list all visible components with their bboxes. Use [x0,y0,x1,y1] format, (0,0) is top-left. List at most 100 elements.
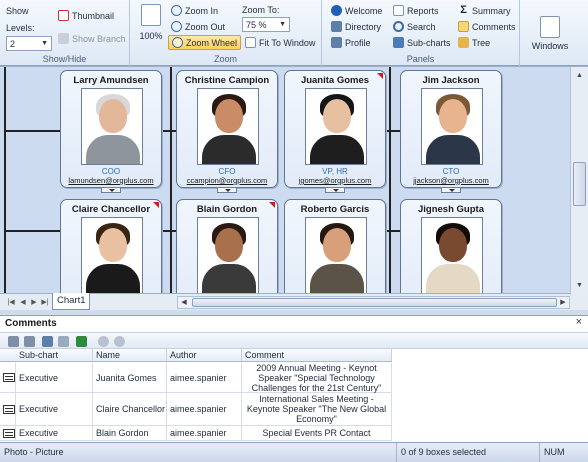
org-box-photo[interactable] [421,217,483,293]
horizontal-scrollbar[interactable]: ◀ ▶ [177,296,570,309]
group-show-hide: Show Levels: 2 ▼ Thumbnail Show Branch S… [0,0,130,66]
org-box[interactable]: Roberto Garcis [284,199,386,293]
back-icon[interactable] [98,336,109,347]
zoom-to-select[interactable]: 75 % ▼ [242,17,290,32]
zoom-out-label: Zoom Out [185,21,226,32]
summary-button[interactable]: Σ Summary [455,3,514,18]
welcome-label: Welcome [345,5,383,16]
levels-select[interactable]: 2 ▼ [6,36,52,51]
scroll-down-icon[interactable]: ▼ [573,279,586,292]
subcharts-button[interactable]: Sub-charts [390,35,454,50]
scroll-left-icon[interactable]: ◀ [178,297,190,308]
tree-icon [458,37,469,48]
org-box-email[interactable]: jgomes@orgplus.com [285,176,385,185]
search-button[interactable]: Search [390,19,439,34]
column-header-comment[interactable]: Comment [242,349,392,361]
last-sheet-icon[interactable]: ▶| [40,297,50,308]
welcome-button[interactable]: Welcome [328,3,385,18]
zoom-in-button[interactable]: Zoom In [168,3,221,18]
copy-icon[interactable] [58,336,69,347]
comment-flag-icon [377,73,383,79]
vertical-scrollbar[interactable]: ▲ ▼ [570,67,588,295]
zoom-to-value: 75 % [246,19,267,30]
show-branch-button[interactable]: Show Branch [55,31,129,46]
org-box-photo[interactable] [305,217,367,293]
person-body [86,264,140,293]
excel-icon[interactable] [76,336,87,347]
org-box[interactable]: Christine Campion CFO ccampion@orgplus.com [176,70,278,193]
tab-chart1[interactable]: Chart1 [52,293,90,310]
zoom-in-icon [171,5,182,16]
org-box-photo[interactable] [421,88,483,165]
org-box[interactable]: Larry Amundsen COO lamundsen@orgplus.com [60,70,162,193]
org-box-name: Jim Jackson [422,75,480,86]
org-box-photo[interactable] [197,217,259,293]
summary-label: Summary [472,5,511,16]
column-header-author[interactable]: Author [167,349,242,361]
scroll-up-icon[interactable]: ▲ [573,69,586,82]
zoom-100-button[interactable]: 100% [136,4,166,46]
zoom-out-button[interactable]: Zoom Out [168,19,228,34]
org-box[interactable]: Jignesh Gupta [400,199,502,293]
windows-label: Windows [531,41,569,51]
cell-subchart: Executive [16,426,93,440]
table-row[interactable]: Executive Blain Gordon aimee.spanier Specia… [0,426,392,441]
org-box-email[interactable]: lamundsen@orgplus.com [61,176,161,185]
expand-toggle[interactable] [325,187,345,193]
export-icon[interactable] [42,336,53,347]
org-box-photo[interactable] [81,88,143,165]
person-silhouette [198,218,258,293]
scroll-corner [570,295,588,310]
thumbnail-button[interactable]: Thumbnail [55,8,117,23]
directory-button[interactable]: Directory [328,19,384,34]
num-lock-indicator: NUM [539,443,588,462]
sigma-icon: Σ [460,4,467,16]
fit-to-window-button[interactable]: Fit To Window [242,35,318,50]
expand-toggle[interactable] [217,187,237,193]
chart-area: Larry Amundsen COO lamundsen@orgplus.com Ch… [0,66,588,310]
profile-button[interactable]: Profile [328,35,374,50]
zoom-wheel-button[interactable]: Zoom Wheel [168,35,242,50]
org-box-photo[interactable] [81,217,143,293]
org-box-email[interactable]: ccampion@orgplus.com [177,176,277,185]
column-header-subchart[interactable]: Sub-chart [16,349,93,361]
windows-button[interactable]: Windows [522,4,578,58]
horizontal-scroll-thumb[interactable] [192,298,557,307]
org-box-photo[interactable] [305,88,367,165]
cell-comment: Special Events PR Contact [242,426,392,440]
org-box[interactable]: Jim Jackson CTO jjackson@orgplus.com [400,70,502,193]
first-sheet-icon[interactable]: |◀ [6,297,16,308]
tree-button[interactable]: Tree [455,35,493,50]
org-box[interactable]: Juanita Gomes VP, HR jgomes@orgplus.com [284,70,386,193]
close-icon[interactable]: × [576,316,582,328]
group-label-panels: Panels [406,54,435,64]
org-box-name: Roberto Garcis [300,204,370,215]
table-row[interactable]: Executive Juanita Gomes aimee.spanier 2009 … [0,363,392,393]
org-box-email[interactable]: jjackson@orgplus.com [401,176,501,185]
cell-name: Blain Gordon [93,426,167,440]
prev-sheet-icon[interactable]: ◀ [18,297,28,308]
group-label-show-hide: Show/Hide [42,54,87,64]
org-box[interactable]: Blain Gordon [176,199,278,293]
comment-flag-icon [269,202,275,208]
expand-toggle[interactable] [441,187,461,193]
scroll-right-icon[interactable]: ▶ [557,297,569,308]
vertical-scroll-thumb[interactable] [573,162,586,206]
next-sheet-icon[interactable]: ▶ [29,297,39,308]
print-preview-icon[interactable] [24,336,35,347]
print-icon[interactable] [8,336,19,347]
chevron-down-icon: ▼ [279,21,286,28]
table-row[interactable]: Executive Claire Chancellor aimee.spanier I… [0,393,392,426]
org-box[interactable]: Claire Chancellor [60,199,162,293]
directory-label: Directory [345,21,382,32]
status-bar: Photo - Picture 0 of 9 boxes selected NU… [0,442,588,462]
group-label-zoom: Zoom [213,54,237,64]
org-box-photo[interactable] [197,88,259,165]
person-face [439,99,467,133]
column-header-name[interactable]: Name [93,349,167,361]
expand-toggle[interactable] [101,187,121,193]
comments-button[interactable]: Comments [455,19,519,34]
org-chart-canvas[interactable]: Larry Amundsen COO lamundsen@orgplus.com Ch… [0,67,570,293]
reports-button[interactable]: Reports [390,3,442,18]
forward-icon[interactable] [114,336,125,347]
